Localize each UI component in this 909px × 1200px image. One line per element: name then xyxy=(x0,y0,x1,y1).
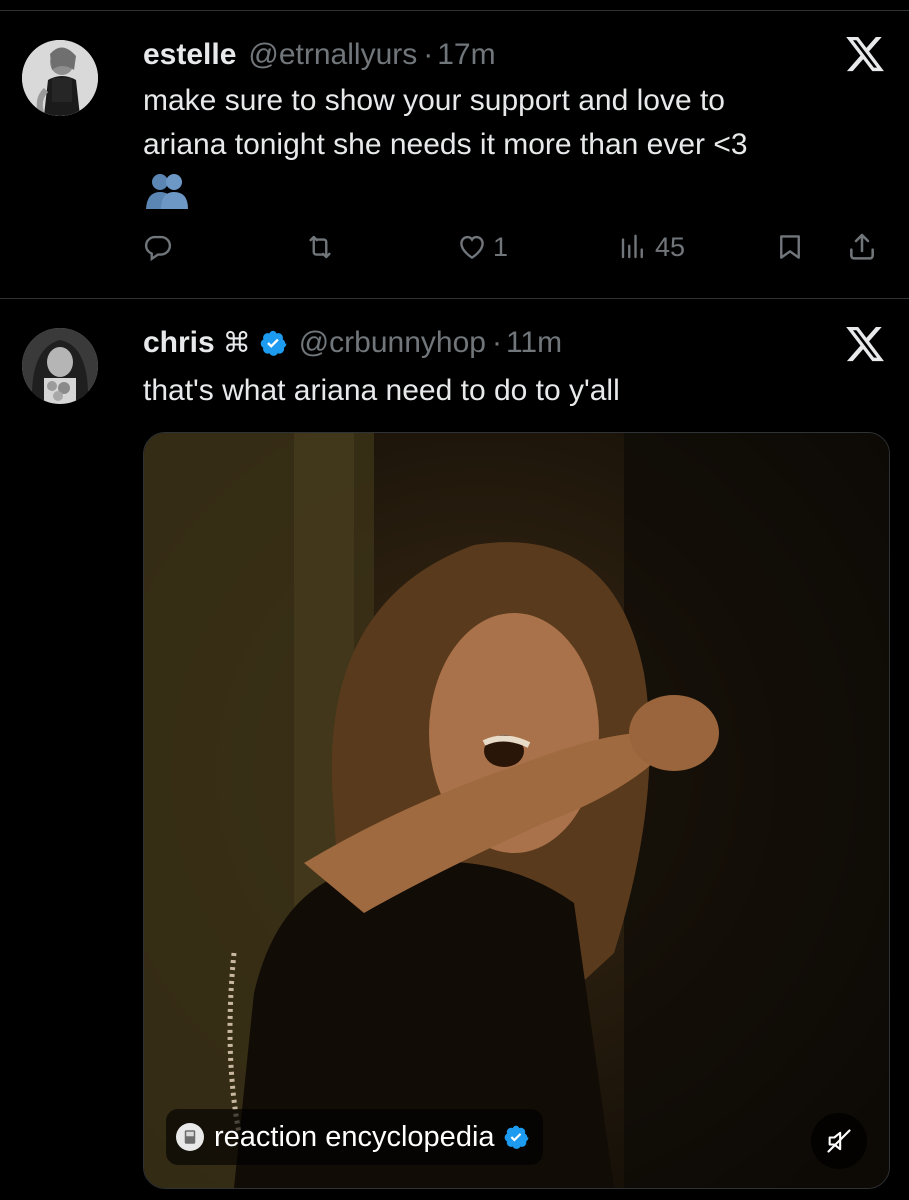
separator-dot: · xyxy=(491,326,502,359)
video-player[interactable]: reaction encyclopedia xyxy=(143,432,890,1189)
tweet-estelle[interactable]: estelle @etrnallyurs · 17m make sure to … xyxy=(0,11,909,298)
reply-button[interactable] xyxy=(143,227,173,267)
views-chart-icon xyxy=(621,234,643,259)
video-frame xyxy=(144,433,889,1188)
tweet-text-line: make sure to show your support and love … xyxy=(143,84,725,117)
tweet-text-line: ariana tonight she needs it more than ev… xyxy=(143,128,748,161)
avatar[interactable] xyxy=(22,328,98,404)
avatar-image xyxy=(22,40,98,116)
timestamp[interactable]: 11m xyxy=(506,325,562,361)
bookmark-icon xyxy=(780,235,800,259)
avatar-image xyxy=(22,328,98,404)
user-handle[interactable]: @etrnallyurs xyxy=(248,37,417,73)
share-icon xyxy=(850,233,874,260)
view-count: 45 xyxy=(655,231,686,262)
like-count: 1 xyxy=(493,231,509,262)
views-button[interactable]: 45 xyxy=(617,227,685,267)
busts-in-silhouette-icon xyxy=(146,174,188,209)
tweet-header: estelle @etrnallyurs · 17m xyxy=(143,37,496,73)
tweet-text: make sure to show your support and love … xyxy=(143,79,863,167)
tweet-chris[interactable]: chris ⌘ @crbunnyhop · 11m that's what ar… xyxy=(0,299,909,1200)
retweet-icon xyxy=(309,235,331,259)
share-button[interactable] xyxy=(846,227,878,267)
separator-dot: · xyxy=(423,38,434,71)
speaker-muted-icon xyxy=(827,1129,851,1153)
mute-toggle-button[interactable] xyxy=(811,1113,867,1169)
verified-badge-icon xyxy=(259,329,287,357)
user-handle[interactable]: @crbunnyhop xyxy=(299,325,486,361)
timestamp[interactable]: 17m xyxy=(437,37,495,73)
like-button[interactable]: 1 xyxy=(457,227,508,267)
media-source-label: reaction encyclopedia xyxy=(214,1120,495,1153)
display-name[interactable]: estelle xyxy=(143,37,236,73)
heart-icon xyxy=(460,235,484,260)
media-source-badge[interactable]: reaction encyclopedia xyxy=(166,1109,543,1165)
source-avatar-icon xyxy=(176,1123,204,1151)
retweet-button[interactable] xyxy=(303,227,337,267)
verified-badge-icon xyxy=(503,1124,529,1150)
reply-icon xyxy=(144,235,172,262)
tweet-actions: 1 45 xyxy=(143,227,888,267)
display-name[interactable]: chris xyxy=(143,325,215,361)
x-logo-icon xyxy=(846,36,884,72)
avatar[interactable] xyxy=(22,40,98,116)
tweet-text-line: that's what ariana need to do to y'all xyxy=(143,374,620,407)
name-symbol: ⌘ xyxy=(222,327,251,358)
x-logo-icon xyxy=(846,326,884,362)
tweet-text: that's what ariana need to do to y'all xyxy=(143,369,863,413)
bookmark-button[interactable] xyxy=(775,227,805,267)
tweet-header: chris ⌘ @crbunnyhop · 11m xyxy=(143,325,562,361)
